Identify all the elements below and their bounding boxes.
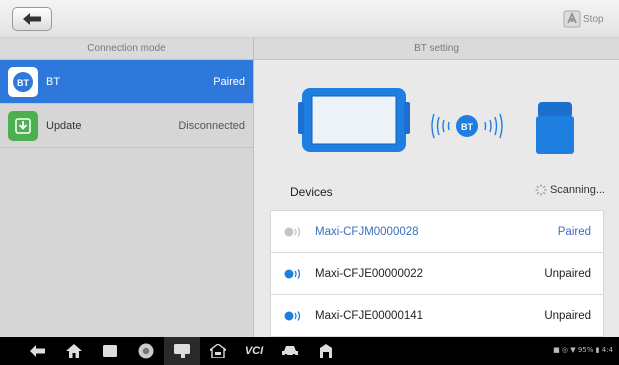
status-tray: ■ ◎ ▼ 95% ▮ 4:4 bbox=[553, 346, 613, 354]
stop-sign-icon bbox=[563, 10, 581, 28]
device-row[interactable]: Maxi-CFJE00000022 Unpaired bbox=[271, 253, 603, 295]
svg-text:BT: BT bbox=[17, 78, 29, 88]
device-name: Maxi-CFJM0000028 bbox=[315, 225, 419, 238]
device-connected-icon bbox=[283, 226, 303, 238]
mode-name: BT bbox=[46, 75, 61, 88]
stop-label: Stop bbox=[583, 13, 604, 25]
back-button[interactable] bbox=[12, 7, 52, 31]
device-name: Maxi-CFJE00000022 bbox=[315, 267, 424, 280]
nav-recent-button[interactable] bbox=[92, 337, 128, 365]
spinner-icon bbox=[535, 184, 547, 196]
nav-back-button[interactable] bbox=[20, 337, 56, 365]
device-status: Paired bbox=[557, 225, 591, 238]
device-list: Maxi-CFJM0000028 Paired Maxi-CFJE0000002… bbox=[270, 210, 604, 337]
vci-device-icon bbox=[536, 102, 574, 154]
chrome-icon bbox=[138, 343, 154, 359]
device-bt-icon bbox=[283, 268, 303, 280]
tablet-icon bbox=[298, 88, 410, 152]
mode-item-bt[interactable]: BT BT Paired bbox=[0, 60, 253, 104]
svg-text:BT: BT bbox=[461, 122, 473, 132]
update-download-icon bbox=[8, 110, 38, 141]
device-status: Unpaired bbox=[544, 309, 591, 322]
bt-connection-illustration: BT bbox=[298, 88, 574, 154]
device-name: Maxi-CFJE00000141 bbox=[315, 309, 424, 322]
back-arrow-icon bbox=[23, 13, 41, 25]
mode-status: Paired bbox=[213, 75, 245, 88]
nav-car-button[interactable] bbox=[272, 337, 308, 365]
devices-label: Devices bbox=[290, 185, 333, 199]
nav-maxisys-button[interactable] bbox=[164, 337, 200, 365]
recent-apps-icon bbox=[103, 345, 117, 357]
connection-mode-list: BT BT Paired Update Disconnected bbox=[0, 60, 254, 337]
scanning-label: Scanning... bbox=[549, 184, 605, 196]
stop-button[interactable]: Stop bbox=[563, 4, 615, 34]
nav-vci-button[interactable]: VCI bbox=[236, 337, 272, 365]
maxisys-icon bbox=[174, 344, 190, 358]
bt-setting-panel: BT Devices Scanning... Maxi-CFJM0000028 … bbox=[254, 60, 619, 337]
nav-car-home-button[interactable] bbox=[200, 337, 236, 365]
scanning-indicator: Scanning... bbox=[535, 184, 605, 196]
home-icon bbox=[66, 344, 82, 358]
device-row[interactable]: Maxi-CFJE00000141 Unpaired bbox=[271, 295, 603, 337]
vehicle-shop-icon bbox=[320, 344, 332, 358]
connection-mode-header: Connection mode bbox=[0, 38, 254, 60]
bt-badge-icon: BT bbox=[456, 115, 478, 137]
device-status: Unpaired bbox=[544, 267, 591, 280]
nav-home-button[interactable] bbox=[56, 337, 92, 365]
back-icon bbox=[30, 345, 45, 357]
device-row[interactable]: Maxi-CFJM0000028 Paired bbox=[271, 211, 603, 253]
mode-status: Disconnected bbox=[178, 119, 245, 132]
vci-icon: VCI bbox=[244, 345, 264, 357]
car-home-icon bbox=[210, 344, 226, 358]
signal-waves-right-icon bbox=[484, 113, 503, 139]
top-toolbar: Stop bbox=[0, 0, 619, 38]
car-icon bbox=[282, 346, 298, 357]
nav-shop-button[interactable] bbox=[308, 337, 344, 365]
bt-badge-icon: BT bbox=[8, 66, 38, 97]
mode-item-update[interactable]: Update Disconnected bbox=[0, 104, 253, 148]
mode-name: Update bbox=[46, 119, 82, 132]
signal-waves-left-icon bbox=[431, 113, 450, 139]
bt-setting-header: BT setting bbox=[254, 38, 619, 60]
nav-chrome-button[interactable] bbox=[128, 337, 164, 365]
system-navbar: VCI ■ ◎ ▼ 95% ▮ 4:4 bbox=[0, 337, 619, 365]
device-bt-icon bbox=[283, 310, 303, 322]
